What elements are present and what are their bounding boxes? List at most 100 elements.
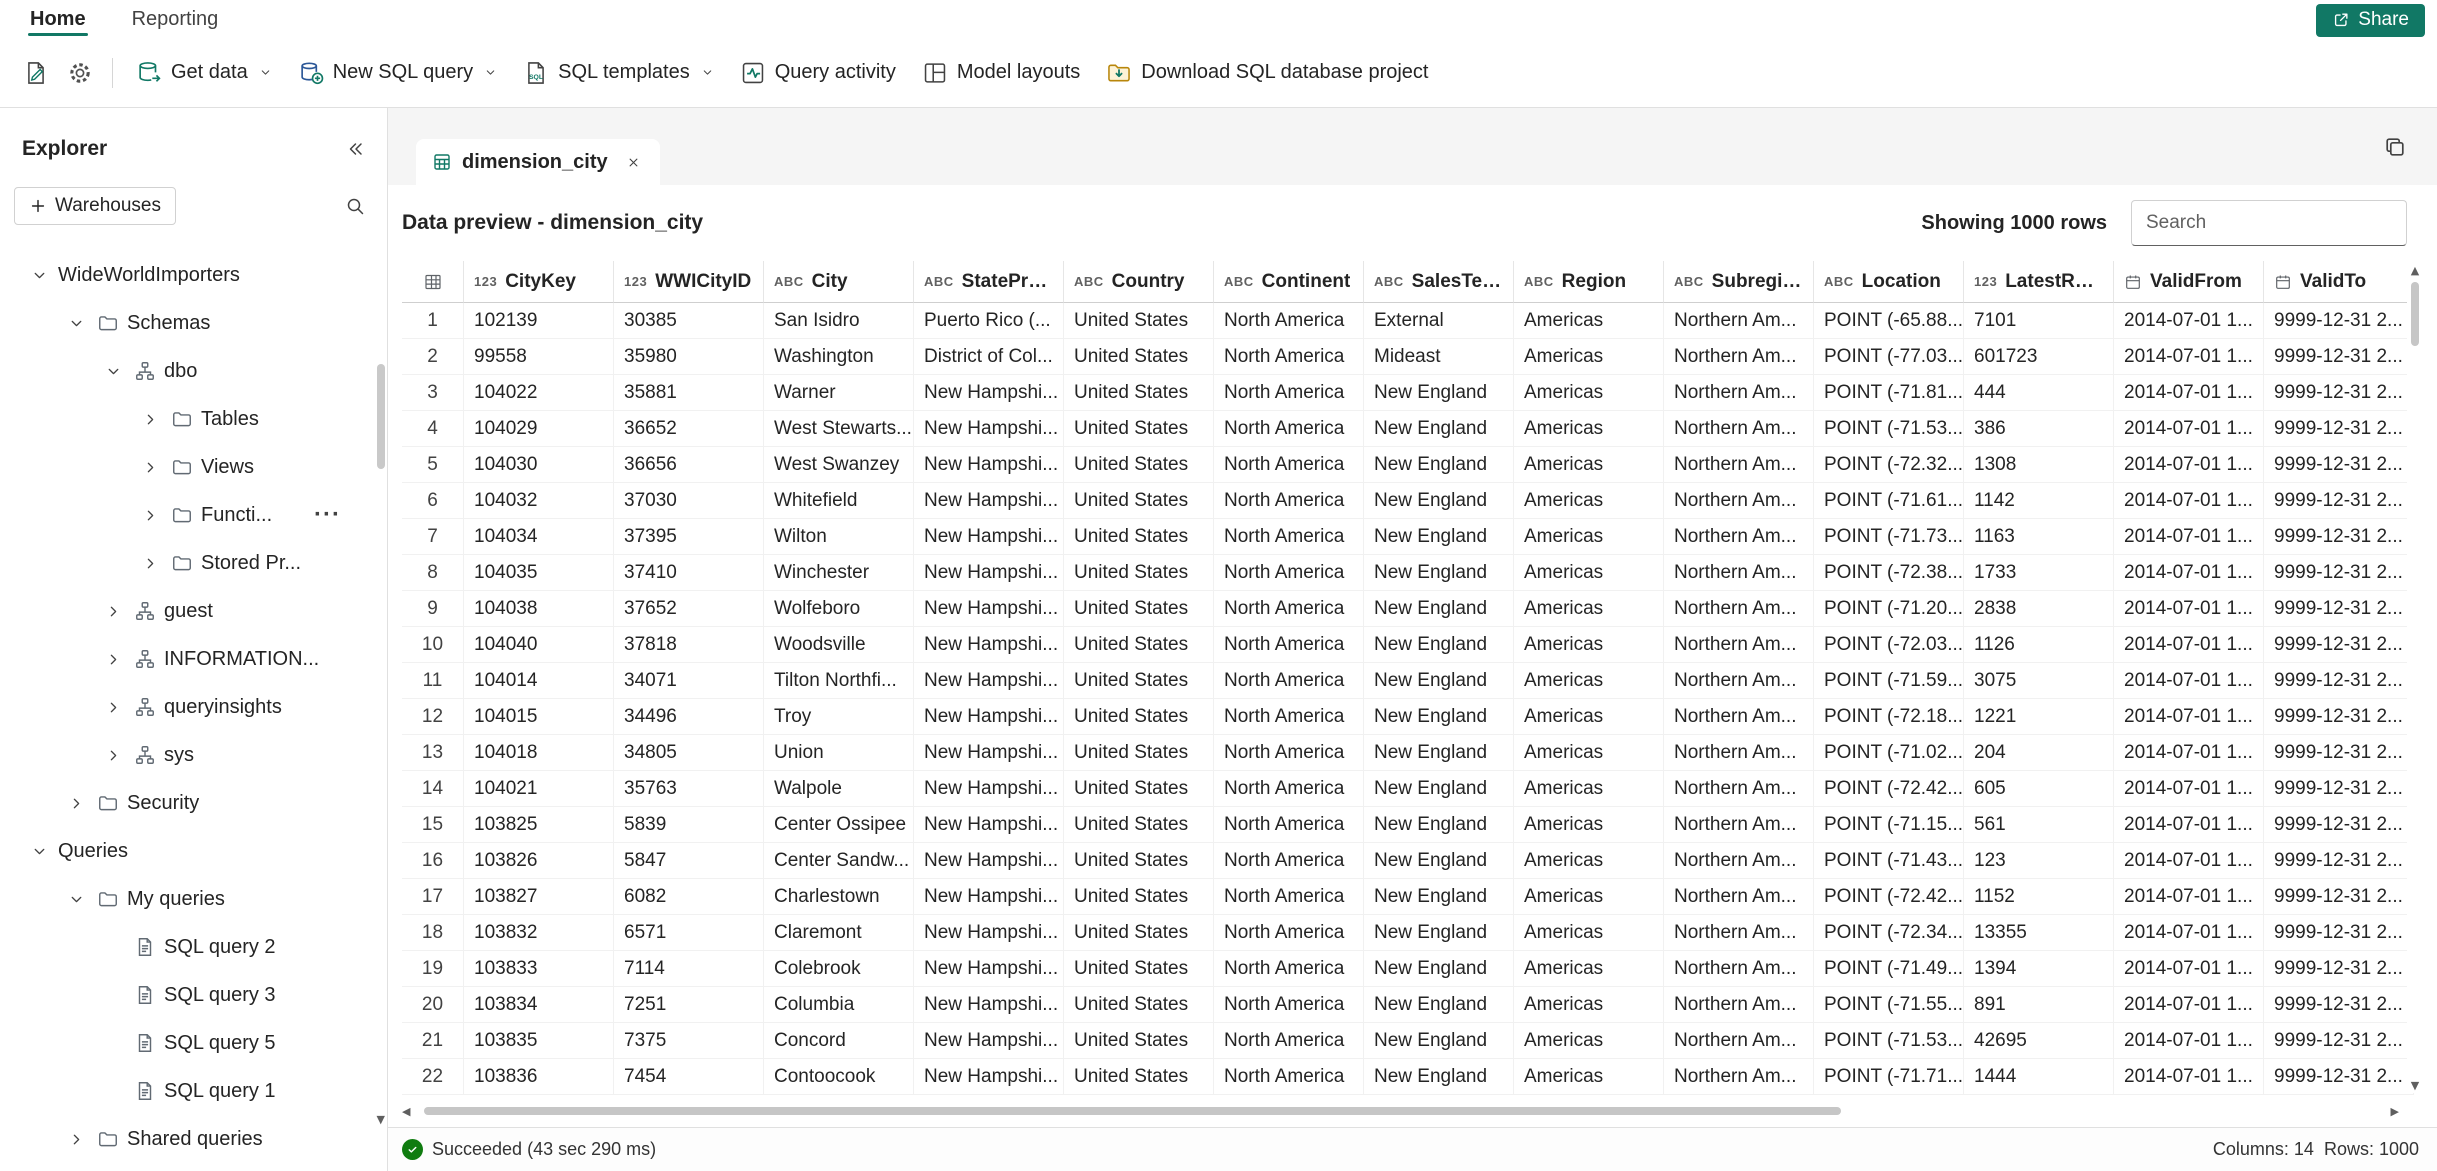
- cell[interactable]: 7375: [614, 1023, 764, 1059]
- cell[interactable]: Northern Am...: [1664, 951, 1814, 987]
- cell[interactable]: 104022: [464, 375, 614, 411]
- cell[interactable]: 104018: [464, 735, 614, 771]
- cell[interactable]: 444: [1964, 375, 2114, 411]
- cell[interactable]: 1142: [1964, 483, 2114, 519]
- cell[interactable]: Woodsville: [764, 627, 914, 663]
- cell[interactable]: Center Sandw...: [764, 843, 914, 879]
- cell[interactable]: United States: [1064, 1059, 1214, 1095]
- cell[interactable]: New England: [1364, 519, 1514, 555]
- cell[interactable]: POINT (-71.15...: [1814, 807, 1964, 843]
- cell[interactable]: POINT (-71.02...: [1814, 735, 1964, 771]
- cell[interactable]: Americas: [1514, 339, 1664, 375]
- cell[interactable]: 103835: [464, 1023, 614, 1059]
- cell[interactable]: POINT (-72.18...: [1814, 699, 1964, 735]
- row-number[interactable]: 16: [402, 843, 464, 879]
- cell[interactable]: POINT (-71.20...: [1814, 591, 1964, 627]
- tree-item-queryinsights[interactable]: queryinsights: [0, 683, 387, 731]
- cell[interactable]: 2014-07-01 1...: [2114, 519, 2264, 555]
- close-tab-button[interactable]: [620, 148, 648, 176]
- chevron-right-icon[interactable]: [100, 598, 126, 624]
- scroll-right-icon[interactable]: ▶: [2391, 1106, 2399, 1117]
- cell[interactable]: North America: [1214, 987, 1364, 1023]
- column-header-validfrom[interactable]: ValidFrom: [2114, 261, 2264, 303]
- cell[interactable]: 2014-07-01 1...: [2114, 1059, 2264, 1095]
- cell[interactable]: Walpole: [764, 771, 914, 807]
- row-number[interactable]: 10: [402, 627, 464, 663]
- cell[interactable]: New England: [1364, 663, 1514, 699]
- cell[interactable]: New Hampshi...: [914, 807, 1064, 843]
- cell[interactable]: POINT (-77.03...: [1814, 339, 1964, 375]
- cell[interactable]: New England: [1364, 447, 1514, 483]
- cell[interactable]: 99558: [464, 339, 614, 375]
- cell[interactable]: North America: [1214, 879, 1364, 915]
- row-number[interactable]: 2: [402, 339, 464, 375]
- vertical-scrollbar-thumb[interactable]: [2411, 282, 2419, 346]
- chevron-down-icon[interactable]: [63, 310, 89, 336]
- cell[interactable]: New England: [1364, 555, 1514, 591]
- column-header-salesterri[interactable]: ABCSalesTerri...: [1364, 261, 1514, 303]
- cell[interactable]: Americas: [1514, 591, 1664, 627]
- cell[interactable]: External: [1364, 303, 1514, 339]
- cell[interactable]: New Hampshi...: [914, 735, 1064, 771]
- row-number[interactable]: 12: [402, 699, 464, 735]
- cell[interactable]: 9999-12-31 2...: [2264, 915, 2414, 951]
- tree-item-schemas[interactable]: Schemas: [0, 299, 387, 347]
- tree-item-queries[interactable]: Queries: [0, 827, 387, 875]
- cell[interactable]: North America: [1214, 771, 1364, 807]
- cell[interactable]: United States: [1064, 555, 1214, 591]
- chevron-right-icon[interactable]: [137, 550, 163, 576]
- cell[interactable]: POINT (-71.61...: [1814, 483, 1964, 519]
- cell[interactable]: 9999-12-31 2...: [2264, 303, 2414, 339]
- tree-item-sql-query-3[interactable]: SQL query 3: [0, 971, 387, 1019]
- cell[interactable]: New Hampshi...: [914, 699, 1064, 735]
- cell[interactable]: United States: [1064, 303, 1214, 339]
- row-number[interactable]: 11: [402, 663, 464, 699]
- cell[interactable]: New England: [1364, 375, 1514, 411]
- cell[interactable]: 2014-07-01 1...: [2114, 663, 2264, 699]
- cell[interactable]: New Hampshi...: [914, 411, 1064, 447]
- cell[interactable]: New England: [1364, 411, 1514, 447]
- cell[interactable]: 1126: [1964, 627, 2114, 663]
- cell[interactable]: United States: [1064, 663, 1214, 699]
- cell[interactable]: 561: [1964, 807, 2114, 843]
- cell[interactable]: 2014-07-01 1...: [2114, 699, 2264, 735]
- cell[interactable]: Wolfeboro: [764, 591, 914, 627]
- cell[interactable]: Northern Am...: [1664, 879, 1814, 915]
- scroll-up-icon[interactable]: ▲: [2411, 265, 2419, 276]
- cell[interactable]: 30385: [614, 303, 764, 339]
- cell[interactable]: North America: [1214, 699, 1364, 735]
- cell[interactable]: 7251: [614, 987, 764, 1023]
- cell[interactable]: 1152: [1964, 879, 2114, 915]
- cell[interactable]: Charlestown: [764, 879, 914, 915]
- sql-templates-button[interactable]: SQLSQL templates: [510, 51, 727, 95]
- tree-item-security[interactable]: Security: [0, 779, 387, 827]
- scroll-down-icon[interactable]: ▼: [377, 1114, 385, 1125]
- row-number[interactable]: 17: [402, 879, 464, 915]
- cell[interactable]: North America: [1214, 447, 1364, 483]
- cell[interactable]: New England: [1364, 627, 1514, 663]
- chevron-right-icon[interactable]: [100, 742, 126, 768]
- cell[interactable]: Troy: [764, 699, 914, 735]
- cell[interactable]: 9999-12-31 2...: [2264, 987, 2414, 1023]
- chevron-down-icon[interactable]: [26, 838, 52, 864]
- cell[interactable]: Americas: [1514, 663, 1664, 699]
- vertical-scrollbar[interactable]: ▲ ▼: [2407, 261, 2423, 1093]
- cell[interactable]: New England: [1364, 735, 1514, 771]
- cell[interactable]: United States: [1064, 951, 1214, 987]
- cell[interactable]: Americas: [1514, 519, 1664, 555]
- cell[interactable]: 103836: [464, 1059, 614, 1095]
- cell[interactable]: 37395: [614, 519, 764, 555]
- cell[interactable]: North America: [1214, 339, 1364, 375]
- row-number[interactable]: 4: [402, 411, 464, 447]
- cell[interactable]: United States: [1064, 735, 1214, 771]
- cell[interactable]: North America: [1214, 483, 1364, 519]
- copy-button[interactable]: [2375, 127, 2415, 167]
- cell[interactable]: Northern Am...: [1664, 591, 1814, 627]
- cell[interactable]: 34496: [614, 699, 764, 735]
- tree-item-sql-query-1[interactable]: SQL query 1: [0, 1067, 387, 1115]
- cell[interactable]: Northern Am...: [1664, 411, 1814, 447]
- cell[interactable]: New Hampshi...: [914, 591, 1064, 627]
- cell[interactable]: 2014-07-01 1...: [2114, 375, 2264, 411]
- cell[interactable]: 7454: [614, 1059, 764, 1095]
- cell[interactable]: 1221: [1964, 699, 2114, 735]
